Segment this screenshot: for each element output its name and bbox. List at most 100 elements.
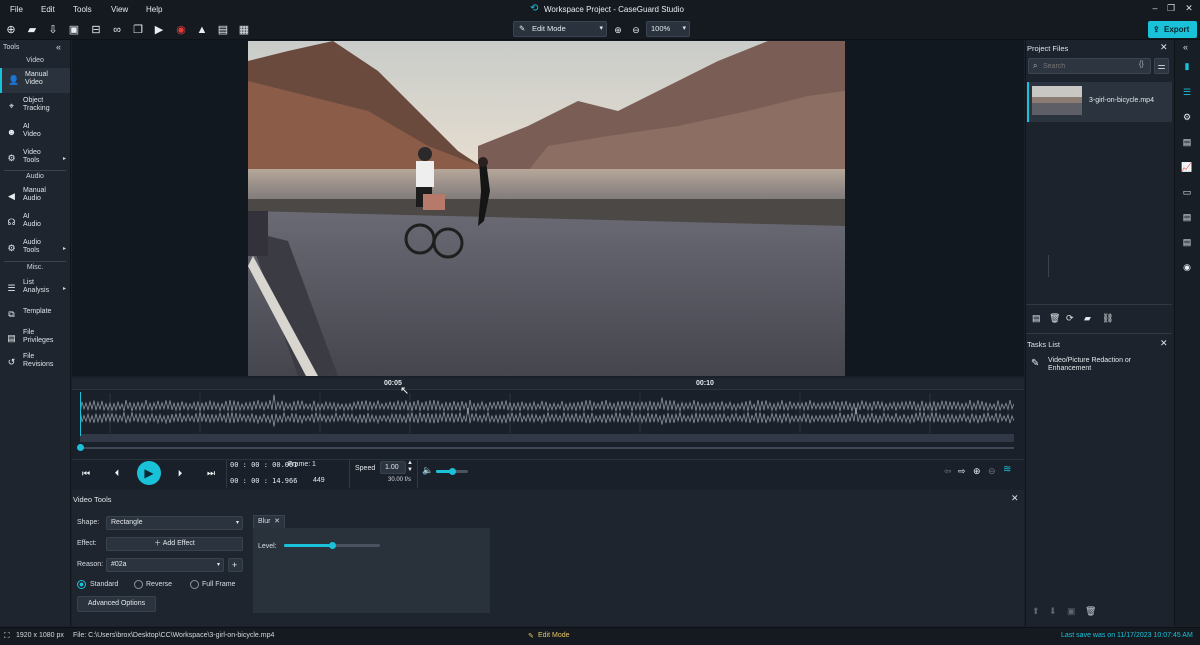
video-frame[interactable] [248,41,845,376]
menu-tools[interactable]: Tools [73,5,92,14]
audio-waveform[interactable] [80,393,1014,433]
task-item[interactable]: Video/Picture Redaction or Enhancement [1048,357,1148,373]
open-folder-icon[interactable]: ▰ [25,23,39,37]
tool-video-tools[interactable]: ⚙ Video Tools ▸ [0,146,70,171]
step-forward-icon[interactable]: ⏵ [173,466,187,480]
zoom-in-icon[interactable]: ⊕ [611,23,625,37]
mode-select[interactable]: ✎ Edit Mode ▾ [513,21,607,37]
save-icon[interactable]: ▣ [67,23,81,37]
minimize-button[interactable]: – [1148,3,1162,15]
timeline-zoom-in-icon[interactable]: ⊕ [973,466,981,477]
skip-start-icon[interactable]: ⏮ [79,466,93,480]
frame-label: Frame: [288,461,311,468]
file-item[interactable]: 3-girl-on-bicycle.mp4 [1027,82,1172,122]
document-icon[interactable]: ▤ [1180,135,1194,149]
calendar-icon[interactable]: ▦ [237,23,251,37]
collapse-icon[interactable]: « [56,42,61,52]
file-text-icon[interactable]: ▤ [1180,235,1194,249]
tool-template[interactable]: ⧉ Template [0,302,70,327]
zoom-out-icon[interactable]: ⊖ [629,23,643,37]
plus-icon: ＋ [154,540,163,547]
archive-icon[interactable]: ⊟ [89,23,103,37]
expand-icon[interactable]: « [1183,42,1188,52]
arrow-left-icon[interactable]: ⇦ [944,466,952,477]
tool-manual-video[interactable]: 👤 Manual Video [0,68,70,93]
report-icon[interactable]: ▤ [216,23,230,37]
delete-task-icon[interactable]: 🗑 [1085,606,1096,617]
tool-file-privileges[interactable]: ▤ File Privileges [0,326,70,351]
scrub-handle[interactable] [77,444,84,451]
menu-edit[interactable]: Edit [41,5,55,14]
chart-icon[interactable]: 📈 [1180,160,1194,174]
playhead[interactable] [80,392,81,436]
list-icon[interactable]: ☰ [1180,85,1194,99]
close-icon[interactable]: ✕ [1011,493,1019,504]
waveform-toggle-icon[interactable]: ≋ [1003,464,1011,475]
tool-manual-audio[interactable]: ◀ Manual Audio [0,184,70,209]
shape-select[interactable]: Rectangle ▾ [106,516,243,530]
tool-audio-tools[interactable]: ⚙ Audio Tools ▸ [0,236,70,261]
regex-icon[interactable]: {} [1139,61,1144,68]
menu-file[interactable]: File [10,5,23,14]
refresh-icon[interactable]: ⟳ [1066,313,1074,324]
move-up-icon[interactable]: ⬆ [1032,606,1040,617]
mode-reverse-radio[interactable] [134,580,143,589]
tool-list-analysis[interactable]: ☰ List Analysis ▸ [0,276,70,301]
import-icon[interactable]: ⇩ [46,23,60,37]
settings-icon[interactable]: ⚙ [1180,110,1194,124]
tool-object-tracking[interactable]: ⌖ Object Tracking [0,94,70,119]
tab-blur[interactable]: Blur ✕ [253,515,285,528]
close-icon[interactable]: ✕ [1160,42,1168,53]
trash-icon[interactable]: 🗑 [1049,313,1060,324]
timeline-track[interactable] [80,434,1014,442]
timeline-ruler[interactable] [72,378,1024,390]
layers-icon[interactable]: ▮ [1180,59,1194,73]
menu-help[interactable]: Help [146,5,162,14]
move-down-icon[interactable]: ⬇ [1049,606,1057,617]
eye-icon[interactable]: ◉ [1180,260,1194,274]
speed-up-icon[interactable]: ▲ [407,460,413,466]
link-icon[interactable]: ⛓ [1102,313,1113,324]
close-icon[interactable]: ✕ [1160,338,1168,349]
mode-standard-radio[interactable] [77,580,86,589]
record-icon[interactable]: ◉ [174,23,188,37]
new-file-icon[interactable]: ⊕ [4,23,18,37]
add-effect-button[interactable]: ＋ Add Effect [106,537,243,551]
play-button[interactable]: ▶ [137,461,161,485]
advanced-options-button[interactable]: Advanced Options [77,596,156,612]
timeline-zoom-out-icon[interactable]: ⊖ [988,466,996,477]
speed-down-icon[interactable]: ▼ [407,467,413,473]
close-window-button[interactable]: ✕ [1182,3,1196,15]
binoculars-icon[interactable]: ∞ [110,23,124,37]
tool-ai-audio[interactable]: ☊ AI Audio [0,210,70,235]
zoom-select[interactable]: 100% ▾ [646,21,690,37]
filter-button[interactable]: ⚌ [1154,58,1169,74]
save-task-icon[interactable]: ▣ [1067,606,1076,617]
file-video-icon[interactable]: ▤ [1180,210,1194,224]
step-back-icon[interactable]: ⏴ [110,466,124,480]
volume-handle[interactable] [449,468,456,475]
restore-button[interactable]: ❐ [1164,3,1178,15]
close-tab-icon[interactable]: ✕ [274,516,280,528]
add-reason-button[interactable]: + [228,558,243,572]
id-card-icon[interactable]: ▭ [1180,185,1194,199]
tool-ai-video[interactable]: ☻ AI Video [0,120,70,145]
folder-icon[interactable]: ▰ [1084,313,1091,324]
volume-icon[interactable]: 🔈 [422,465,433,476]
new-file-icon[interactable]: ▤ [1032,313,1041,324]
arrow-right-icon[interactable]: ⇨ [958,466,966,477]
level-handle[interactable] [329,542,336,549]
export-button[interactable]: ⇪ Export [1148,21,1197,38]
youtube-icon[interactable]: ▶ [152,23,166,37]
timeline-scrollbar[interactable] [80,447,1014,449]
speaker-icon: ◀ [8,191,15,201]
menu-view[interactable]: View [111,5,128,14]
warning-icon[interactable]: ▲ [195,23,209,37]
reason-select[interactable]: #02a ▾ [106,558,224,572]
tool-file-revisions[interactable]: ↺ File Revisions [0,350,70,375]
speed-input[interactable]: 1.00 [380,461,406,474]
skip-end-icon[interactable]: ⏭ [204,466,218,480]
search-input[interactable] [1043,60,1133,72]
mode-full-frame-radio[interactable] [190,580,199,589]
copy-icon[interactable]: ❐ [131,23,145,37]
